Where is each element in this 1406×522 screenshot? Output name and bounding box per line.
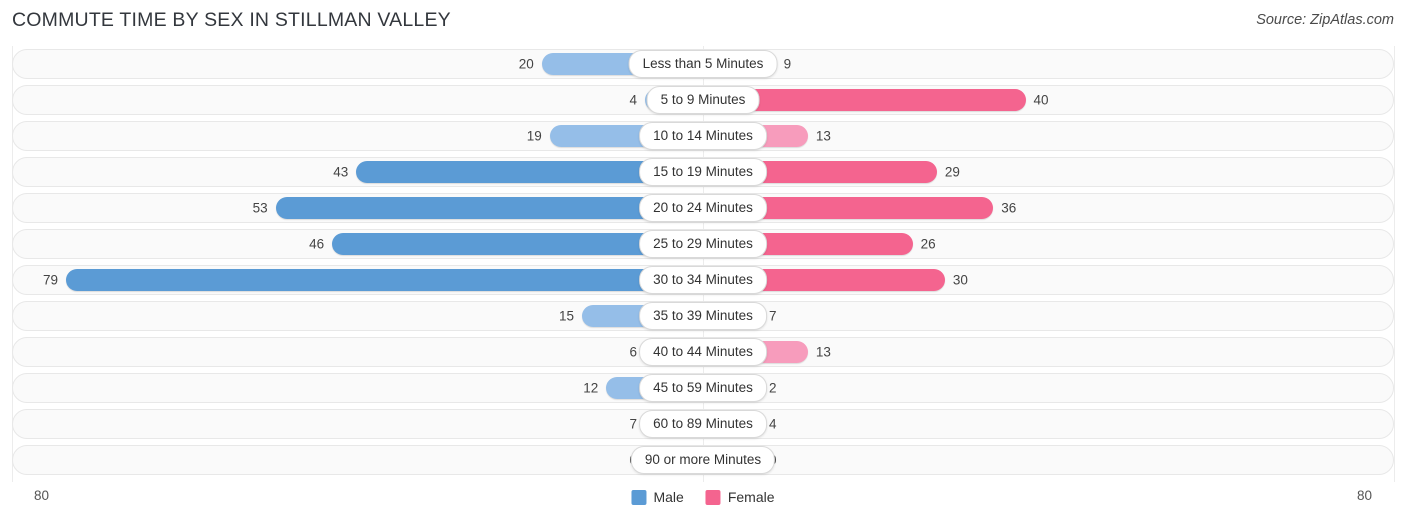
chart-row: 43 29 15 to 19 Minutes (0, 154, 1406, 190)
chart-row: 4 40 5 to 9 Minutes (0, 82, 1406, 118)
chart-row: 15 7 35 to 39 Minutes (0, 298, 1406, 334)
chart-row: 79 30 30 to 34 Minutes (0, 262, 1406, 298)
value-label-male: 20 (518, 56, 534, 72)
chart-row: 19 13 10 to 14 Minutes (0, 118, 1406, 154)
value-label-male: 12 (583, 380, 599, 396)
value-label-female: 26 (920, 236, 936, 252)
chart-legend: Male Female (631, 489, 775, 505)
legend-item-female[interactable]: Female (705, 489, 775, 505)
value-label-male: 46 (309, 236, 325, 252)
chart-row: 20 9 Less than 5 Minutes (0, 46, 1406, 82)
source-attribution: Source: ZipAtlas.com (1256, 12, 1394, 28)
value-label-female: 2 (769, 380, 777, 396)
value-label-male: 7 (629, 416, 637, 432)
category-label[interactable]: 15 to 19 Minutes (639, 158, 767, 186)
legend-swatch-female-icon (705, 489, 721, 505)
value-label-male: 53 (252, 200, 268, 216)
chart-header: COMMUTE TIME BY SEX IN STILLMAN VALLEY S… (0, 0, 1406, 44)
category-label[interactable]: Less than 5 Minutes (628, 50, 778, 78)
page-title: COMMUTE TIME BY SEX IN STILLMAN VALLEY (12, 9, 451, 31)
category-label[interactable]: 30 to 34 Minutes (639, 266, 767, 294)
chart-row: 0090 or more Minutes (0, 442, 1406, 478)
chart-row: 7 4 60 to 89 Minutes (0, 406, 1406, 442)
value-label-male: 79 (43, 272, 59, 288)
value-label-female: 9 (783, 56, 792, 72)
value-label-female: 30 (952, 272, 968, 288)
legend-label-female: Female (727, 489, 775, 505)
value-label-male: 4 (629, 92, 637, 108)
value-label-male: 6 (629, 344, 637, 360)
category-label[interactable]: 35 to 39 Minutes (639, 302, 767, 330)
category-label[interactable]: 45 to 59 Minutes (639, 374, 767, 402)
value-label-female: 13 (815, 344, 831, 360)
category-label[interactable]: 40 to 44 Minutes (639, 338, 767, 366)
axis-max-left: 80 (34, 488, 50, 503)
chart-row: 6 13 40 to 44 Minutes (0, 334, 1406, 370)
value-label-male: 19 (526, 128, 542, 144)
legend-item-male[interactable]: Male (631, 489, 684, 505)
category-label[interactable]: 60 to 89 Minutes (639, 410, 767, 438)
value-label-female: 7 (769, 308, 777, 324)
value-label-female: 29 (944, 164, 960, 180)
value-label-female: 40 (1033, 92, 1049, 108)
category-label[interactable]: 25 to 29 Minutes (639, 230, 767, 258)
category-label[interactable]: 90 or more Minutes (630, 446, 776, 474)
value-label-female: 13 (815, 128, 831, 144)
category-label[interactable]: 5 to 9 Minutes (646, 86, 760, 114)
chart-footer: 80 80 Male Female (0, 484, 1406, 522)
chart-plot-area: 20 9 Less than 5 Minutes 4 40 5 to 9 Minutes 1… (0, 46, 1406, 482)
value-label-female: 36 (1001, 200, 1017, 216)
legend-swatch-male-icon (631, 489, 647, 505)
chart-row: 46 26 25 to 29 Minutes (0, 226, 1406, 262)
axis-max-right: 80 (1356, 488, 1372, 503)
bar-male[interactable] (66, 269, 703, 291)
chart-row: 12 2 45 to 59 Minutes (0, 370, 1406, 406)
chart-row: 53 36 20 to 24 Minutes (0, 190, 1406, 226)
category-label[interactable]: 20 to 24 Minutes (639, 194, 767, 222)
value-label-male: 15 (559, 308, 575, 324)
value-label-female: 4 (769, 416, 777, 432)
legend-label-male: Male (653, 489, 684, 505)
value-label-male: 43 (333, 164, 349, 180)
category-label[interactable]: 10 to 14 Minutes (639, 122, 767, 150)
